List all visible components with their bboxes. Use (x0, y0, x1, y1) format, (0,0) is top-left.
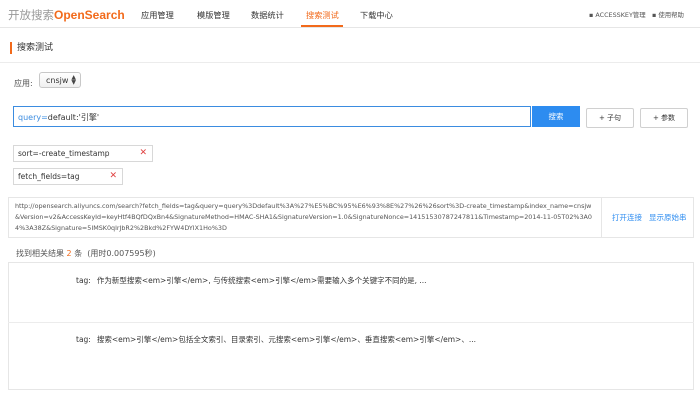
help-link[interactable]: ▪ 使用帮助 (652, 10, 684, 19)
app-select-value: cnsjw (46, 76, 69, 85)
result-summary: 找到相关结果 2 条 (用时0.007595秒) (16, 248, 156, 259)
title-divider (0, 62, 700, 63)
add-param-button[interactable]: + 参数 (640, 108, 688, 128)
app-select-label: 应用: (14, 79, 33, 88)
active-nav-indicator (301, 25, 343, 27)
param-key: sort= (18, 149, 39, 158)
top-nav: 开放搜索OpenSearch 应用管理 模版管理 数据统计 搜索测试 下载中心 … (0, 0, 700, 28)
param-key: fetch_fields= (18, 172, 68, 181)
remove-param-icon[interactable]: ✕ (139, 148, 147, 158)
select-caret-icon: ▲ ▼ (71, 74, 76, 86)
app-select[interactable]: cnsjw ▲ ▼ (39, 72, 81, 88)
open-link[interactable]: 打开连接 (612, 212, 642, 223)
result-field-key: tag: (76, 276, 91, 285)
nav-item-apps[interactable]: 应用管理 (141, 9, 174, 21)
page-title: 搜索测试 (10, 42, 53, 54)
show-raw-link[interactable]: 显示原始串 (649, 212, 687, 223)
remove-param-icon[interactable]: ✕ (109, 171, 117, 181)
result-row: tag: 搜索<em>引擎</em>包括全文索引、目录索引、元搜索<em>引擎</… (76, 334, 476, 345)
nav-item-templates[interactable]: 模版管理 (197, 9, 230, 21)
results-divider (8, 322, 694, 323)
nav-item-downloads[interactable]: 下载中心 (360, 9, 393, 21)
result-field-value: 作为新型搜索<em>引擎</em>, 与传统搜索<em>引擎</em>需要输入多… (96, 276, 427, 285)
param-chip-fetch-fields[interactable]: fetch_fields=tag ✕ (13, 168, 123, 185)
param-chip-sort[interactable]: sort=-create_timestamp ✕ (13, 145, 153, 162)
add-clause-button[interactable]: + 子句 (586, 108, 634, 128)
request-url: http://opensearch.aliyuncs.com/search?fe… (8, 197, 602, 238)
logo-prefix: 开放搜索 (8, 8, 54, 22)
accesskey-label: ACCESSKEY管理 (595, 11, 646, 19)
query-input[interactable]: query=default:'引擎' (13, 106, 531, 127)
nav-item-search-test[interactable]: 搜索测试 (306, 9, 339, 21)
query-value: default:'引擎' (47, 113, 100, 122)
result-summary-prefix: 找到相关结果 (16, 249, 64, 258)
accesskey-link[interactable]: ▪ ACCESSKEY管理 (589, 10, 646, 19)
result-summary-unit: 条 (74, 249, 83, 258)
param-value: -create_timestamp (38, 149, 110, 158)
result-field-value: 搜索<em>引擎</em>包括全文索引、目录索引、元搜索<em>引擎</em>、… (96, 335, 476, 344)
logo[interactable]: 开放搜索OpenSearch (8, 7, 125, 23)
param-value: tag (67, 172, 80, 181)
logo-brand: OpenSearch (54, 8, 125, 22)
search-button[interactable]: 搜索 (532, 106, 580, 127)
help-label: 使用帮助 (658, 11, 684, 19)
result-row: tag: 作为新型搜索<em>引擎</em>, 与传统搜索<em>引擎</em>需… (76, 275, 427, 286)
nav-item-stats[interactable]: 数据统计 (251, 9, 284, 21)
result-field-key: tag: (76, 335, 91, 344)
query-prefix: query= (18, 113, 48, 122)
result-count: 2 (66, 249, 72, 258)
result-time: (用时0.007595秒) (87, 249, 156, 258)
